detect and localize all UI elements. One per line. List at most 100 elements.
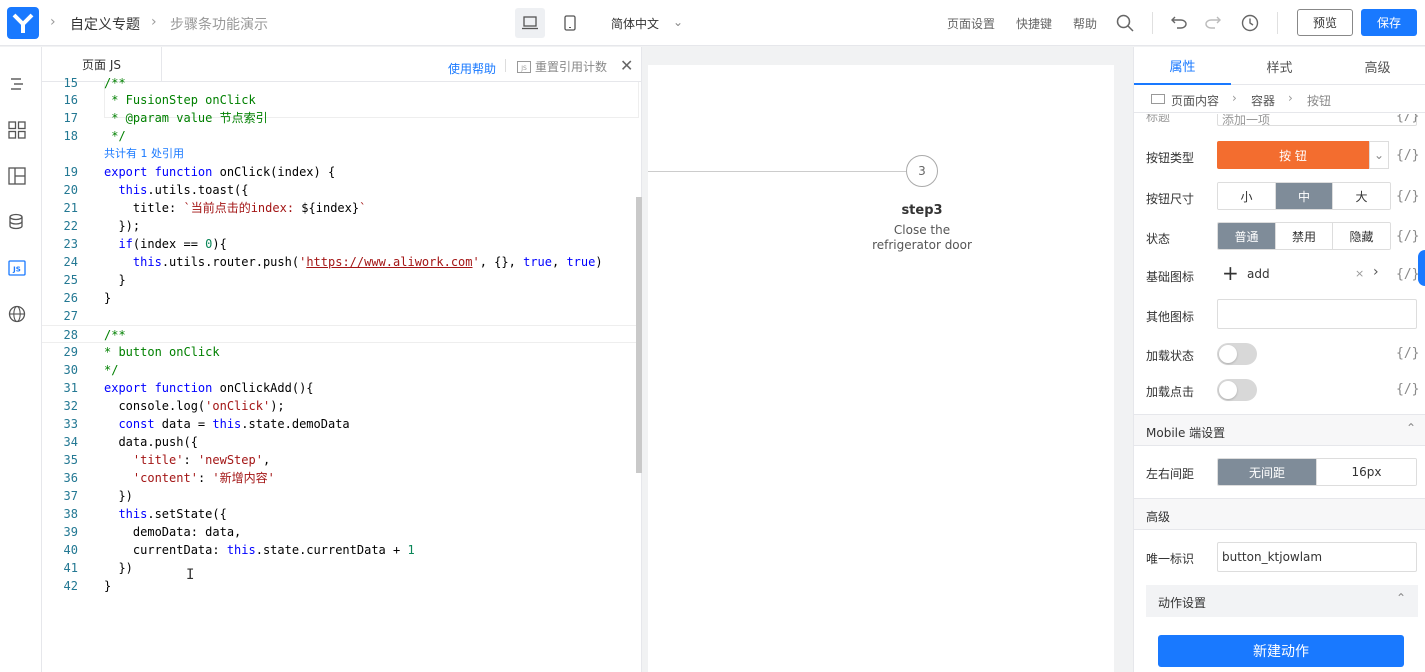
close-icon[interactable]: ✕ [620, 56, 633, 75]
chevron-up-icon: ⌃ [1396, 591, 1407, 605]
search-icon[interactable] [1116, 14, 1134, 32]
tab-advanced[interactable]: 高级 [1329, 47, 1425, 85]
save-button[interactable]: 保存 [1361, 9, 1417, 36]
loading-click-toggle[interactable] [1217, 379, 1257, 401]
new-action-button[interactable]: 新建动作 [1158, 635, 1404, 667]
svg-text:JS: JS [12, 266, 21, 274]
breadcrumb-page[interactable]: 步骤条功能演示 [170, 14, 268, 34]
divider [1152, 12, 1153, 34]
floating-panel-handle[interactable] [1418, 250, 1425, 286]
canvas-page[interactable]: 3 step3 Close the refrigerator door [648, 65, 1114, 672]
mobile-view-button[interactable] [555, 8, 585, 38]
outline-icon[interactable] [6, 73, 28, 95]
code-line: 41 }) [63, 561, 133, 575]
unique-id-input[interactable]: button_ktjowlam [1217, 542, 1417, 572]
layout-icon[interactable] [6, 165, 28, 187]
history-icon[interactable] [1241, 14, 1259, 32]
code-line: 23 if(index == 0){ [63, 237, 227, 251]
button-type-swatch[interactable]: 按 钮 [1217, 141, 1369, 169]
language-select[interactable]: 简体中文 [611, 15, 659, 32]
undo-icon[interactable] [1171, 15, 1187, 29]
reset-ref-count-label: 重置引用计数 [535, 60, 608, 74]
code-line: 36 'content': '新增内容' [63, 471, 275, 485]
advanced-section-header[interactable]: 高级 [1134, 498, 1425, 530]
step-title: step3 [901, 203, 943, 218]
left-sidebar: JS [0, 47, 42, 672]
title-input[interactable]: 添加一项 [1217, 114, 1417, 126]
redo-icon[interactable] [1205, 15, 1221, 29]
code-line: 25 } [63, 273, 126, 287]
reference-hint[interactable]: 共计有 1 处引用 [42, 145, 637, 163]
components-icon[interactable] [6, 119, 28, 141]
code-line: 42} [63, 579, 112, 593]
state-hidden-option[interactable]: 隐藏 [1333, 223, 1390, 249]
divider [505, 59, 506, 72]
step-circle[interactable]: 3 [906, 155, 938, 187]
laptop-icon [522, 16, 538, 30]
breadcrumb-app[interactable]: 自定义专题 [70, 14, 140, 34]
other-icon-input[interactable] [1217, 299, 1417, 329]
size-small-option[interactable]: 小 [1218, 183, 1276, 209]
step-description: Close the refrigerator door [872, 223, 972, 252]
size-large-option[interactable]: 大 [1333, 183, 1390, 209]
chevron-down-icon[interactable]: ⌄ [673, 15, 683, 29]
code-line: 31 export function onClickAdd(){ [63, 381, 314, 395]
code-line: 35 'title': 'newStep', [63, 453, 271, 467]
step-connector [648, 171, 906, 172]
fx-binding-icon[interactable]: {/} [1396, 114, 1419, 124]
page-icon [1151, 94, 1165, 104]
help-link[interactable]: 帮助 [1073, 15, 1097, 32]
page-settings-link[interactable]: 页面设置 [947, 15, 995, 32]
chevron-right-icon: › [50, 14, 56, 30]
base-icon-select[interactable]: + add × › [1217, 259, 1387, 289]
fx-binding-icon[interactable]: {/} [1396, 267, 1419, 282]
component-breadcrumb: 页面内容 › 容器 › 按钮 [1134, 85, 1425, 113]
fx-binding-icon[interactable]: {/} [1396, 346, 1419, 361]
code-area[interactable]: 15/** 16 * FusionStep onClick 17 * @para… [42, 76, 642, 672]
breadcrumb-item[interactable]: 页面内容 [1171, 92, 1219, 109]
state-normal-option[interactable]: 普通 [1218, 223, 1276, 249]
code-line: 24 this.utils.router.push('https://www.a… [63, 255, 603, 269]
code-line: 32 console.log('onClick'); [63, 399, 285, 413]
text-cursor-icon: I [186, 567, 195, 583]
fx-binding-icon[interactable]: {/} [1396, 148, 1419, 163]
code-line: 26} [63, 291, 112, 305]
size-medium-option[interactable]: 中 [1276, 183, 1333, 209]
chevron-right-icon: › [151, 14, 157, 30]
desktop-view-button[interactable] [515, 8, 545, 38]
code-line: 19 export function onClick(index) { [63, 165, 336, 179]
margin-none-option[interactable]: 无间距 [1218, 459, 1317, 485]
shortcuts-link[interactable]: 快捷键 [1016, 15, 1052, 32]
fx-binding-icon[interactable]: {/} [1396, 382, 1419, 397]
clear-icon[interactable]: × [1355, 267, 1364, 280]
tab-styles[interactable]: 样式 [1231, 47, 1328, 85]
chevron-right-icon[interactable]: › [1373, 264, 1379, 280]
app-logo-icon[interactable] [7, 7, 39, 39]
tab-properties[interactable]: 属性 [1134, 47, 1231, 85]
loading-state-toggle[interactable] [1217, 343, 1257, 365]
title-input-value: 添加一项 [1222, 114, 1271, 126]
reset-ref-count-button[interactable]: JS 重置引用计数 [517, 58, 607, 75]
preview-button[interactable]: 预览 [1297, 9, 1353, 36]
code-line: 27 [63, 309, 78, 323]
action-section-header[interactable]: 动作设置 ⌃ [1146, 585, 1418, 617]
title-row: 标题 添加一项 {/} [1134, 114, 1425, 126]
chevron-right-icon: › [1288, 91, 1293, 105]
code-line: 21 title: `当前点击的index: ${index}` [63, 201, 367, 215]
breadcrumb-item[interactable]: 容器 [1251, 92, 1275, 109]
state-disabled-option[interactable]: 禁用 [1276, 223, 1333, 249]
button-size-segmented: 小 中 大 [1217, 182, 1391, 210]
mobile-section-header[interactable]: Mobile 端设置 ⌃ [1134, 414, 1425, 446]
chevron-down-icon[interactable]: ⌄ [1369, 141, 1389, 169]
margin-16px-option[interactable]: 16px [1317, 459, 1416, 485]
loading-click-label: 加载点击 [1146, 385, 1195, 399]
loading-state-label: 加载状态 [1146, 349, 1195, 363]
fx-binding-icon[interactable]: {/} [1396, 229, 1419, 244]
base-icon-label: 基础图标 [1146, 270, 1195, 284]
fx-binding-icon[interactable]: {/} [1396, 189, 1419, 204]
action-section-title: 动作设置 [1158, 596, 1207, 610]
datasource-icon[interactable] [6, 211, 28, 233]
globe-icon[interactable] [6, 303, 28, 325]
breadcrumb-item: 按钮 [1307, 94, 1332, 108]
js-icon[interactable]: JS [6, 257, 28, 279]
